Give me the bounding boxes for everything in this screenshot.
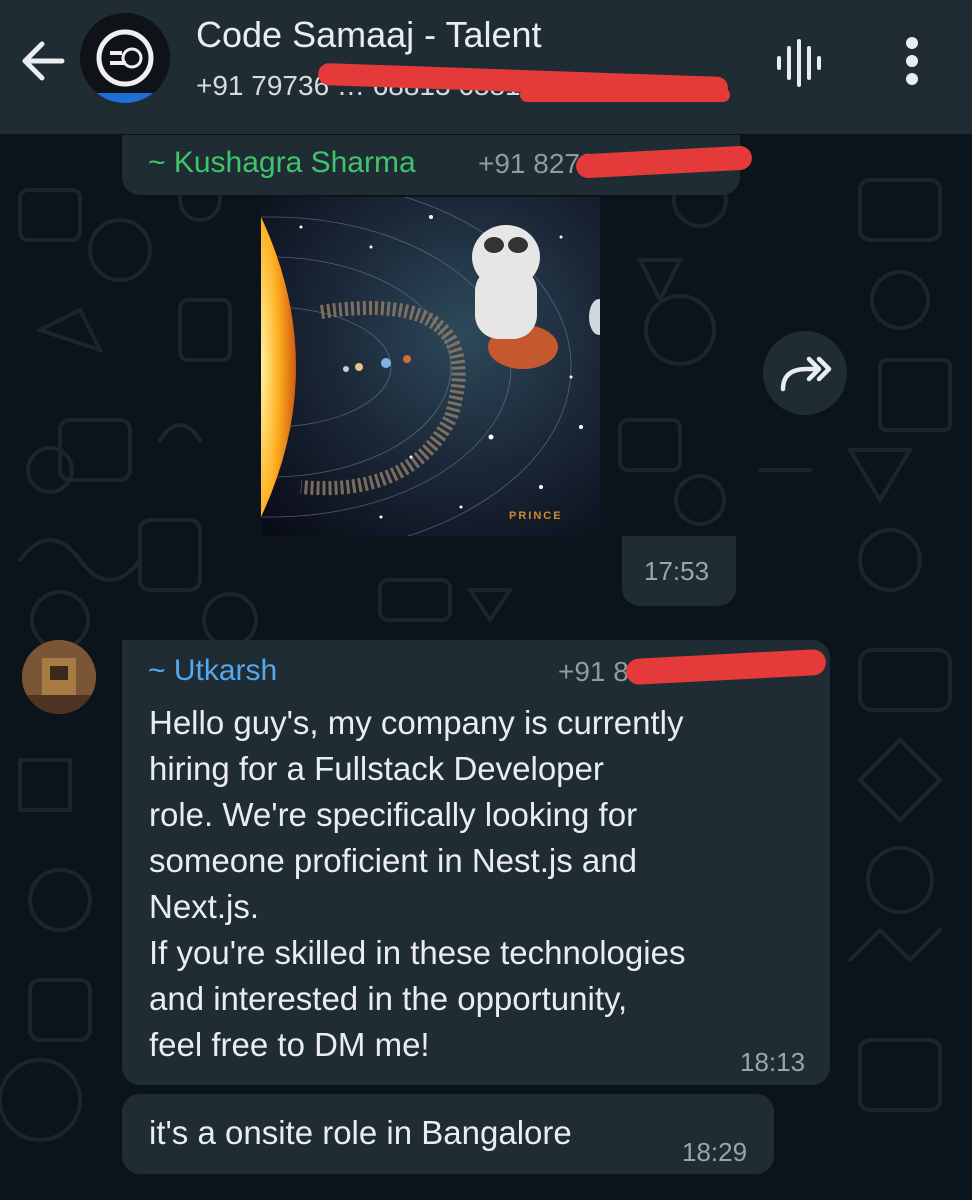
chat-title[interactable]: Code Samaaj - Talent [196,14,542,56]
forward-button[interactable] [763,331,847,415]
message-line: If you're skilled in these technologies [149,934,686,971]
message-time: 18:13 [740,1047,806,1077]
message-text: it's a onsite role in Bangalore [149,1114,572,1151]
arrow-left-icon [22,41,65,81]
audio-wave-icon [777,39,821,87]
solar-system-image: PRINCE [261,197,600,536]
image-watermark-text: PRINCE [509,510,563,522]
message-text: Hello guy's, my company is currently hiri… [149,700,809,1068]
sender-name[interactable]: ~ Kushagra Sharma [148,146,416,180]
shared-image[interactable]: PRINCE [261,197,600,536]
redaction-mark [520,88,730,102]
more-options-button[interactable] [898,36,926,86]
group-logo-icon [80,13,170,103]
chat-header: Code Samaaj - Talent +91 79736 … 68813 6… [0,0,972,134]
sender-avatar[interactable] [22,640,96,714]
message-time: 18:29 [682,1137,748,1167]
message-line: feel free to DM me! [149,1026,430,1063]
sender-phone: +91 8 [558,656,629,687]
message-line: and interested in the opportunity, [149,980,628,1017]
group-avatar[interactable] [80,13,170,103]
more-vert-icon [906,37,918,85]
message-line: hiring for a Fullstack Developer [149,750,604,787]
message-line: role. We're specifically looking for [149,796,638,833]
message-time: 17:53 [644,556,710,586]
voice-call-button[interactable] [774,38,824,88]
sender-name[interactable]: ~ Utkarsh [148,654,277,688]
avatar-photo-icon [22,640,96,714]
forward-icon [780,356,832,392]
message-line: Next.js. [149,888,260,925]
message-line: someone proficient in Nest.js and [149,842,637,879]
back-button[interactable] [18,36,68,86]
message-line: Hello guy's, my company is currently [149,704,684,741]
